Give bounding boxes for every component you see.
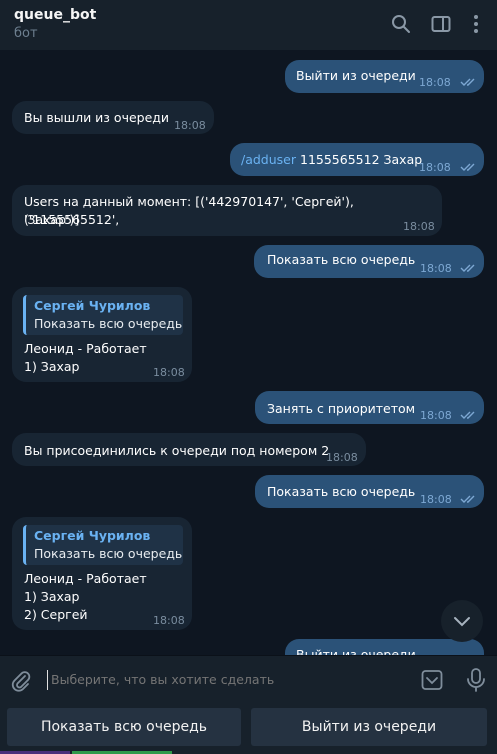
message-time: 18:08 [174, 119, 206, 132]
message-outgoing[interactable]: Показать всю очередь 18:08 [255, 475, 484, 508]
message-time: 18:08 [419, 161, 451, 174]
message-outgoing[interactable]: Показать всю очередь 18:08 [254, 245, 484, 278]
message-outgoing[interactable]: Выйти из очереди [285, 639, 484, 655]
scroll-to-bottom-button[interactable] [441, 600, 483, 642]
message-text: Выйти из очереди [296, 68, 416, 83]
message-text-line: Леонид - Работает [24, 571, 147, 586]
message-text: Показать всю очередь [267, 252, 416, 267]
message-incoming[interactable]: Вы вышли из очереди 18:08 [12, 101, 214, 134]
message-time: 18:08 [420, 409, 452, 422]
message-time: 18:08 [153, 366, 185, 379]
message-text-line: 'Захар')] [24, 212, 80, 227]
read-checkmarks-icon [460, 78, 475, 86]
message-time: 18:08 [326, 451, 358, 464]
search-icon[interactable] [389, 12, 413, 36]
bot-reply-keyboard: Показать всю очередь Выйти из очереди [0, 703, 497, 754]
message-time: 18:08 [153, 614, 185, 627]
message-time: 18:08 [420, 493, 452, 506]
read-checkmarks-icon [460, 411, 475, 419]
more-menu-icon[interactable] [464, 12, 488, 36]
message-outgoing[interactable]: /adduser 1155565512 Захар 18:08 [230, 143, 484, 176]
reply-text: Показать всю очередь [34, 316, 183, 331]
command-link[interactable]: /adduser [241, 152, 296, 167]
message-outgoing[interactable]: Выйти из очереди 18:08 [285, 60, 484, 93]
message-text: Вы вышли из очереди [24, 110, 170, 125]
message-time: 18:08 [420, 262, 452, 275]
chat-header[interactable]: queue_bot бот [0, 0, 497, 50]
attach-icon[interactable] [9, 669, 33, 693]
message-text-line: 1) Захар [24, 359, 80, 374]
message-text-line: 1) Захар [24, 589, 80, 604]
message-incoming[interactable]: Сергей Чурилов Показать всю очередь Леон… [12, 287, 192, 382]
message-text: Занять с приоритетом [267, 401, 416, 416]
message-text-line: Леонид - Работает [24, 341, 147, 356]
message-text-line: 2) Сергей [24, 607, 88, 622]
reply-quote[interactable]: Сергей Чурилов Показать всю очередь [23, 525, 183, 565]
chat-subtitle: бот [14, 26, 38, 41]
message-time: 18:08 [403, 220, 435, 233]
bot-keyboard-icon[interactable] [420, 668, 444, 692]
text-caret [47, 670, 48, 690]
message-input[interactable] [51, 672, 391, 687]
message-text: Показать всю очередь [267, 484, 416, 499]
read-checkmarks-icon [460, 495, 475, 503]
message-incoming[interactable]: Сергей Чурилов Показать всю очередь Леон… [12, 517, 192, 630]
chevron-down-icon [454, 617, 470, 627]
show-queue-button[interactable]: Показать всю очередь [7, 708, 241, 746]
microphone-icon[interactable] [465, 667, 487, 693]
message-list[interactable]: Выйти из очереди 18:08 Вы вышли из очере… [0, 50, 497, 655]
message-text: /adduser 1155565512 Захар [241, 152, 423, 167]
reply-author: Сергей Чурилов [34, 298, 151, 313]
sidebar-toggle-icon[interactable] [429, 12, 453, 36]
read-checkmarks-icon [460, 264, 475, 272]
message-text: Выйти из очереди [296, 647, 416, 655]
message-incoming[interactable]: Вы присоединились к очереди под номером … [12, 433, 366, 466]
reply-author: Сергей Чурилов [34, 528, 151, 543]
message-text: Вы присоединились к очереди под номером … [24, 443, 330, 458]
reply-text: Показать всю очередь [34, 546, 183, 561]
reply-quote[interactable]: Сергей Чурилов Показать всю очередь [23, 295, 183, 335]
message-incoming[interactable]: Users на данный момент: [('442970147', '… [12, 185, 442, 236]
message-time: 18:08 [419, 76, 451, 89]
leave-queue-button[interactable]: Выйти из очереди [251, 708, 487, 746]
read-checkmarks-icon [460, 163, 475, 171]
message-outgoing[interactable]: Занять с приоритетом 18:08 [255, 391, 484, 424]
message-text-line: Users на данный момент: [('442970147', '… [24, 194, 354, 227]
chat-title[interactable]: queue_bot [14, 7, 96, 23]
message-composer[interactable] [0, 655, 497, 704]
